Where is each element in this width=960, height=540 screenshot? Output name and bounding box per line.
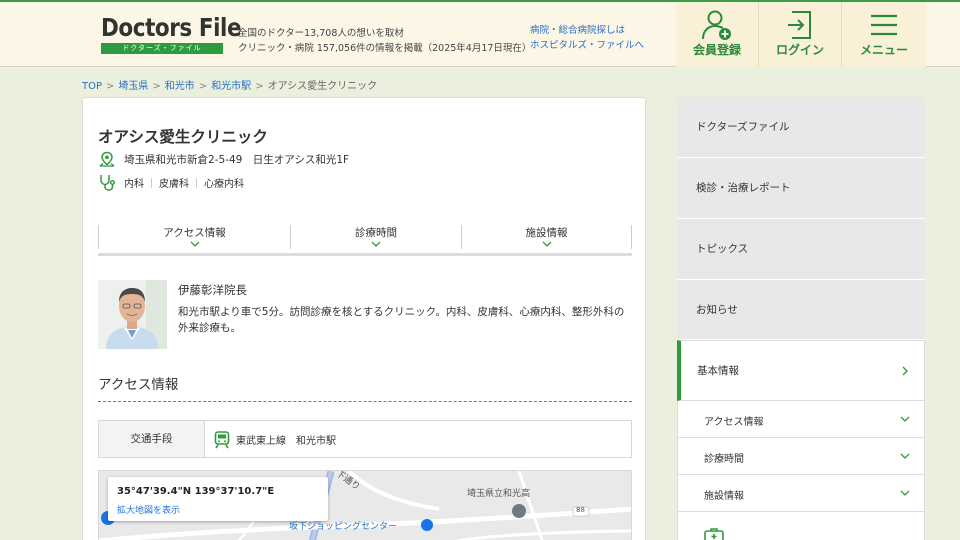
login-icon: [788, 11, 811, 39]
sidebar-subitem-label: アクセス情報: [704, 417, 764, 428]
doctor-name: 伊藤彰洋院長: [178, 283, 247, 297]
doctor-photo: [98, 280, 167, 349]
department-tag: 内科: [124, 179, 144, 190]
sidebar-active-label: 基本情報: [697, 365, 739, 377]
sidebar-item-label: トピックス: [696, 243, 749, 255]
clinic-detail-card: オアシス愛生クリニック 埼玉県和光市新倉2-5-49 日生オアシス和光1F 内科…: [82, 97, 646, 540]
chevron-down-icon: [900, 453, 910, 459]
sidebar-subitem-access[interactable]: アクセス情報: [677, 401, 925, 438]
chevron-right-icon: [902, 366, 908, 375]
chevron-down-icon: [190, 241, 199, 247]
logo-subtext: ドクターズ・ファイル: [101, 43, 223, 54]
breadcrumb-prefecture[interactable]: 埼玉県: [118, 81, 148, 92]
sidebar-subitem-label: 施設情報: [704, 491, 744, 502]
map-pin-icon: [99, 151, 115, 167]
doctor-portrait: [98, 280, 167, 349]
site-tagline: 全国のドクター13,708人の想いを取材 クリニック・病院 157,056件の情…: [238, 26, 531, 56]
tab-hours[interactable]: 診療時間: [290, 225, 461, 249]
doctor-description: 和光市駅より車で5分。訪問診療を核とするクリニック。内科、皮膚科、心療内科、整形…: [178, 306, 625, 334]
tab-access-label: アクセス情報: [163, 227, 226, 239]
enlarge-map-link[interactable]: 拡大地図を表示: [117, 503, 180, 516]
map-label-route: 88: [576, 506, 585, 514]
logo-text: Doctors File: [101, 13, 242, 42]
access-section-title: アクセス情報: [98, 377, 179, 393]
tab-facility-label: 施設情報: [525, 227, 568, 239]
tab-hours-label: 診療時間: [355, 227, 397, 239]
map-coordinates: 35°47'39.4"N 139°37'10.7"E: [117, 486, 275, 497]
chevron-down-icon: [900, 490, 910, 496]
department-tag: 皮膚科: [159, 179, 189, 190]
login-label: ログイン: [775, 43, 824, 57]
stethoscope-icon: [100, 175, 115, 191]
tagline-line2: クリニック・病院 157,056件の情報を掲載（2025年4月17日現在）: [238, 43, 532, 54]
site-header: Doctors File ドクターズ・ファイル 全国のドクター13,708人の想…: [0, 0, 960, 67]
menu-button[interactable]: メニュー: [842, 2, 926, 67]
sidebar-item-topics[interactable]: トピックス: [677, 219, 925, 280]
chevron-down-icon: [371, 241, 381, 247]
train-icon: [214, 431, 230, 449]
sidebar-subitem-hours[interactable]: 診療時間: [677, 438, 925, 475]
breadcrumb-current: オアシス愛生クリニック: [267, 81, 378, 92]
tab-facility[interactable]: 施設情報: [461, 225, 632, 249]
sidebar-item-label: お知らせ: [696, 304, 738, 316]
login-button[interactable]: ログイン: [759, 2, 841, 67]
chevron-down-icon: [900, 416, 910, 422]
chevron-down-icon: [542, 241, 551, 247]
sidebar-item-report[interactable]: 検診・治療レポート: [677, 158, 925, 219]
map-label-school: 埼玉県立和光高: [467, 489, 531, 499]
breadcrumb-city[interactable]: 和光市: [165, 81, 195, 92]
hospitals-link-line2[interactable]: ホスピタルズ・ファイルへ: [530, 38, 644, 53]
tab-access[interactable]: アクセス情報: [98, 225, 290, 249]
department-tag: 心療内科: [204, 179, 244, 190]
transport-label: 交通手段: [99, 421, 205, 457]
hospitals-file-link[interactable]: 病院・総合病院探しは ホスピタルズ・ファイルへ: [530, 23, 644, 53]
medical-kit-icon: [704, 528, 724, 540]
register-button[interactable]: 会員登録: [676, 2, 758, 67]
sidebar-item-label: 検診・治療レポート: [696, 182, 791, 194]
map-info-card: 35°47'39.4"N 139°37'10.7"E 拡大地図を表示: [108, 477, 328, 521]
section-divider: [98, 401, 632, 402]
department-list: 内科 皮膚科 心療内科: [124, 175, 244, 190]
hospitals-link-line1[interactable]: 病院・総合病院探しは: [530, 23, 644, 38]
menu-label: メニュー: [859, 43, 908, 57]
breadcrumb-top[interactable]: TOP: [82, 81, 102, 92]
breadcrumb: TOP > 埼玉県 > 和光市 > 和光市駅 > オアシス愛生クリニック: [82, 81, 378, 92]
sidebar-nav: ドクターズファイル 検診・治療レポート トピックス お知らせ 基本情報 アクセス…: [677, 97, 925, 540]
sidebar-subitem-label: 診療時間: [704, 454, 744, 465]
user-add-icon: [702, 10, 731, 40]
sidebar-subitem-more[interactable]: [677, 512, 925, 540]
transport-value: 東武東上線 和光市駅: [236, 436, 336, 447]
doctors-file-logo[interactable]: Doctors File ドクターズ・ファイル: [101, 13, 242, 54]
sidebar-item-news[interactable]: お知らせ: [677, 280, 925, 340]
section-tabs: アクセス情報 診療時間 施設情報: [98, 225, 632, 256]
sidebar-item-label: ドクターズファイル: [696, 121, 790, 133]
sidebar-item-basic-info[interactable]: 基本情報: [677, 340, 925, 401]
tagline-line1: 全国のドクター13,708人の想いを取材: [238, 28, 404, 39]
hamburger-menu-icon: [871, 14, 897, 36]
breadcrumb-station[interactable]: 和光市駅: [211, 81, 251, 92]
clinic-name: オアシス愛生クリニック: [98, 128, 268, 146]
transport-row: 交通手段 東武東上線 和光市駅: [98, 420, 632, 458]
register-label: 会員登録: [692, 43, 741, 57]
clinic-address: 埼玉県和光市新倉2-5-49 日生オアシス和光1F: [124, 154, 350, 166]
sidebar-subitem-facility[interactable]: 施設情報: [677, 475, 925, 512]
sidebar-item-doctors-file[interactable]: ドクターズファイル: [677, 97, 925, 158]
google-map[interactable]: 埼玉県立和光高 坂下ショッピングセンター 下通り 88 35°47'39.4"N…: [98, 470, 632, 540]
